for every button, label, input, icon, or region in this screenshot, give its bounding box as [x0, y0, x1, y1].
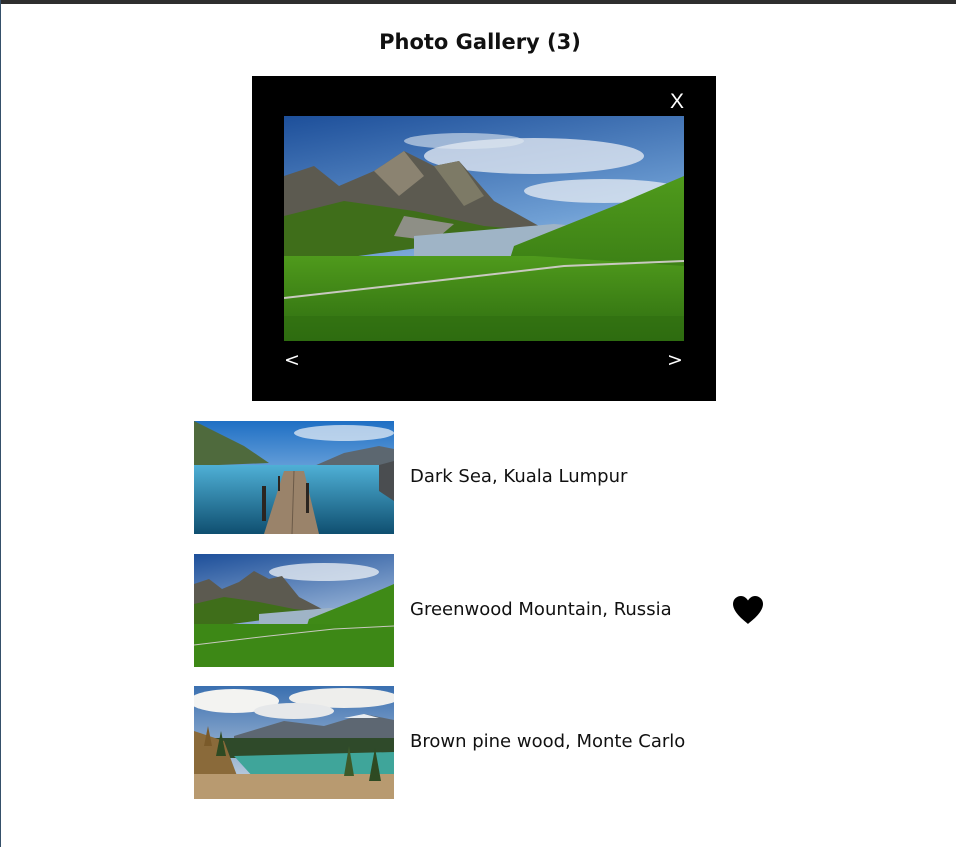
previous-button[interactable]: < [282, 348, 302, 372]
next-button[interactable]: > [665, 348, 685, 372]
page-title: Photo Gallery (3) [379, 30, 581, 54]
viewer-image [284, 116, 684, 341]
photo-caption: Greenwood Mountain, Russia [410, 599, 672, 620]
heart-icon[interactable] [732, 595, 764, 625]
close-button[interactable]: X [666, 90, 688, 114]
window-left-border [0, 0, 1, 847]
photo-thumbnail-dark-sea[interactable] [194, 421, 394, 534]
list-item: Brown pine wood, Monte Carlo [194, 686, 794, 799]
window-top-border [0, 0, 956, 4]
photo-caption: Dark Sea, Kuala Lumpur [410, 466, 628, 487]
photo-thumbnail-greenwood-mountain[interactable] [194, 554, 394, 667]
photo-caption: Brown pine wood, Monte Carlo [410, 731, 686, 752]
list-item: Greenwood Mountain, Russia [194, 554, 794, 667]
list-item: Dark Sea, Kuala Lumpur [194, 421, 794, 534]
photo-thumbnail-brown-pine-wood[interactable] [194, 686, 394, 799]
